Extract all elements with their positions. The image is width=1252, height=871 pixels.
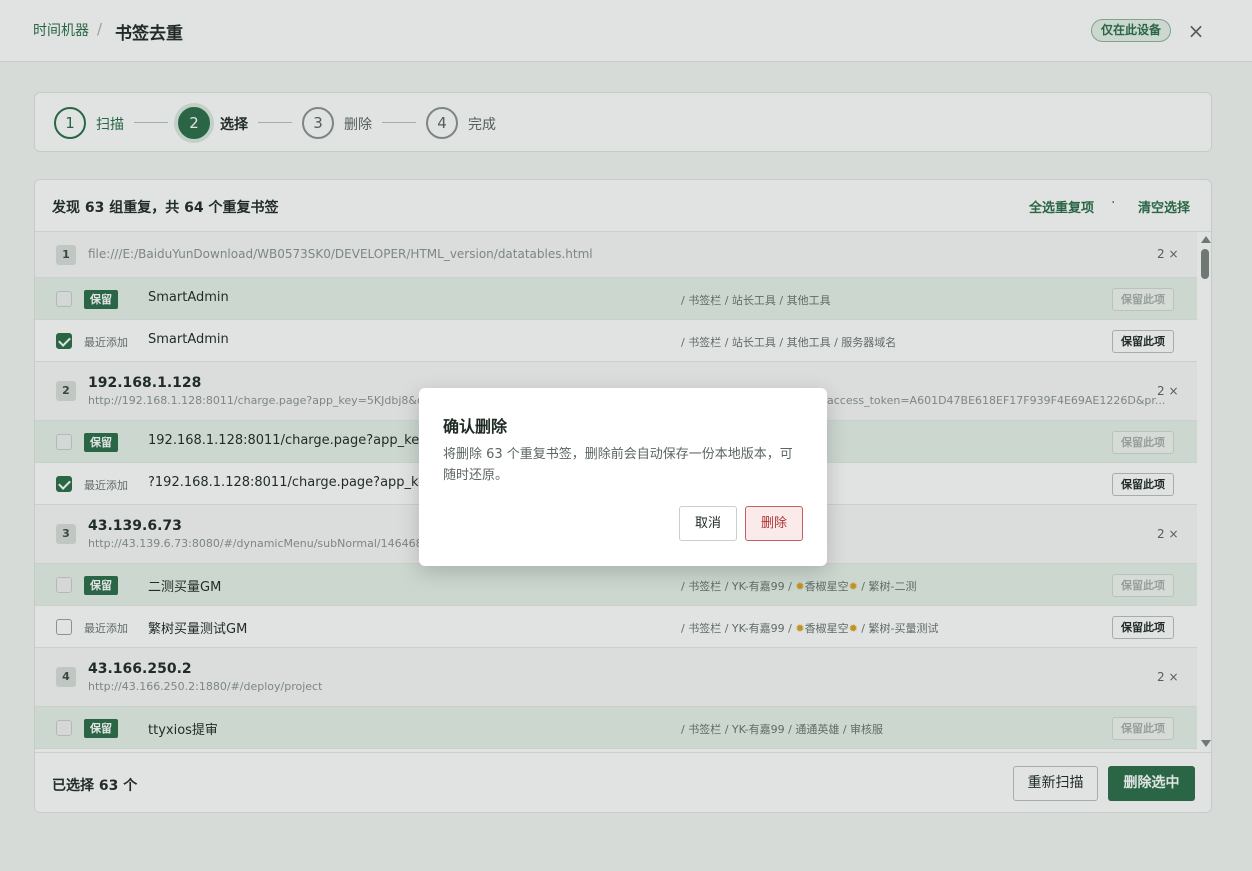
dialog-message: 将删除 63 个重复书签，删除前会自动保存一份本地版本，可随时还原。	[443, 447, 793, 483]
confirm-delete-button[interactable]: 删除	[745, 506, 803, 541]
confirm-delete-dialog: 确认删除 将删除 63 个重复书签，删除前会自动保存一份本地版本，可随时还原。 …	[419, 388, 827, 566]
dialog-title: 确认删除	[443, 417, 508, 436]
cancel-button[interactable]: 取消	[679, 506, 737, 541]
